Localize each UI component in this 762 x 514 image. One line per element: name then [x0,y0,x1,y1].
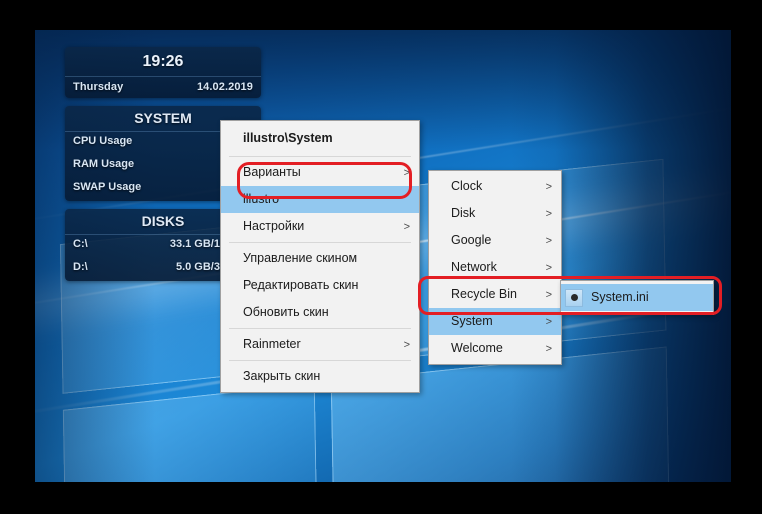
rainmeter-context-menu: illustro\System Варианты > illustro Наст… [220,120,420,393]
menu-item-label: Редактировать скин [243,278,359,292]
skin-variants-menu: System.ini [560,280,714,315]
submenu-item-label: Disk [451,206,476,220]
submenu-item-system[interactable]: System > [429,308,561,335]
chevron-right-icon: > [545,207,552,220]
submenu-item-disk[interactable]: Disk > [429,200,561,227]
menu-item-illustro[interactable]: illustro [221,186,419,213]
submenu-item-label: Recycle Bin [451,287,517,301]
skin-clock-panel[interactable]: 19:26 Thursday 14.02.2019 [65,47,261,98]
chevron-right-icon: > [545,234,552,247]
submenu-item-label: Welcome [451,341,503,355]
menu-item-label: Закрыть скин [243,369,321,383]
chevron-right-icon: > [403,220,410,233]
submenu-item-label: Google [451,233,492,247]
menu-item-system-ini[interactable]: System.ini [561,284,713,311]
disk-d-label: D:\ [73,261,88,273]
submenu-item-network[interactable]: Network > [429,254,561,281]
menu-separator-3 [229,328,411,329]
submenu-item-welcome[interactable]: Welcome > [429,335,561,362]
chevron-right-icon: > [545,288,552,301]
clock-date: 14.02.2019 [196,81,253,93]
submenu-item-recycle-bin[interactable]: Recycle Bin > [429,281,561,308]
menu-item-rainmeter[interactable]: Rainmeter > [221,331,419,358]
chevron-right-icon: > [403,338,410,351]
menu-item-refresh-skin[interactable]: Обновить скин [221,299,419,326]
menu-item-label: Обновить скин [243,305,329,319]
menu-item-label: Варианты [243,165,301,179]
submenu-item-label: Network [451,260,497,274]
submenu-item-label: System [451,314,493,328]
menu-item-nastroyki[interactable]: Настройки > [221,213,419,240]
chevron-right-icon: > [545,261,552,274]
submenu-item-clock[interactable]: Clock > [429,173,561,200]
clock-weekday: Thursday [73,81,124,93]
submenu-item-label: Clock [451,179,483,193]
menu-separator-1 [229,156,411,157]
menu-item-label: Управление скином [243,251,358,265]
chevron-right-icon: > [403,166,410,179]
screenshot-root: 19:26 Thursday 14.02.2019 SYSTEM CPU Usa… [0,0,762,514]
menu-separator-4 [229,360,411,361]
clock-date-row: Thursday 14.02.2019 [65,77,261,98]
chevron-right-icon: > [545,180,552,193]
skins-submenu: Clock > Disk > Google > Network > Recycl… [428,170,562,365]
menu-item-label: System.ini [591,290,649,304]
submenu-item-google[interactable]: Google > [429,227,561,254]
menu-item-label: Настройки [243,219,305,233]
radio-selected-icon [565,288,583,307]
menu-item-varianty[interactable]: Варианты > [221,159,419,186]
disk-c-label: C:\ [73,238,88,250]
clock-time: 19:26 [65,47,261,77]
menu-item-label: Rainmeter [243,337,301,351]
menu-item-label: illustro [243,192,280,206]
chevron-right-icon: > [545,342,552,355]
context-menu-header: illustro\System [243,131,333,145]
menu-item-close-skin[interactable]: Закрыть скин [221,363,419,390]
menu-item-manage-skin[interactable]: Управление скином [221,245,419,272]
menu-separator-2 [229,242,411,243]
menu-item-edit-skin[interactable]: Редактировать скин [221,272,419,299]
chevron-right-icon: > [545,315,552,328]
